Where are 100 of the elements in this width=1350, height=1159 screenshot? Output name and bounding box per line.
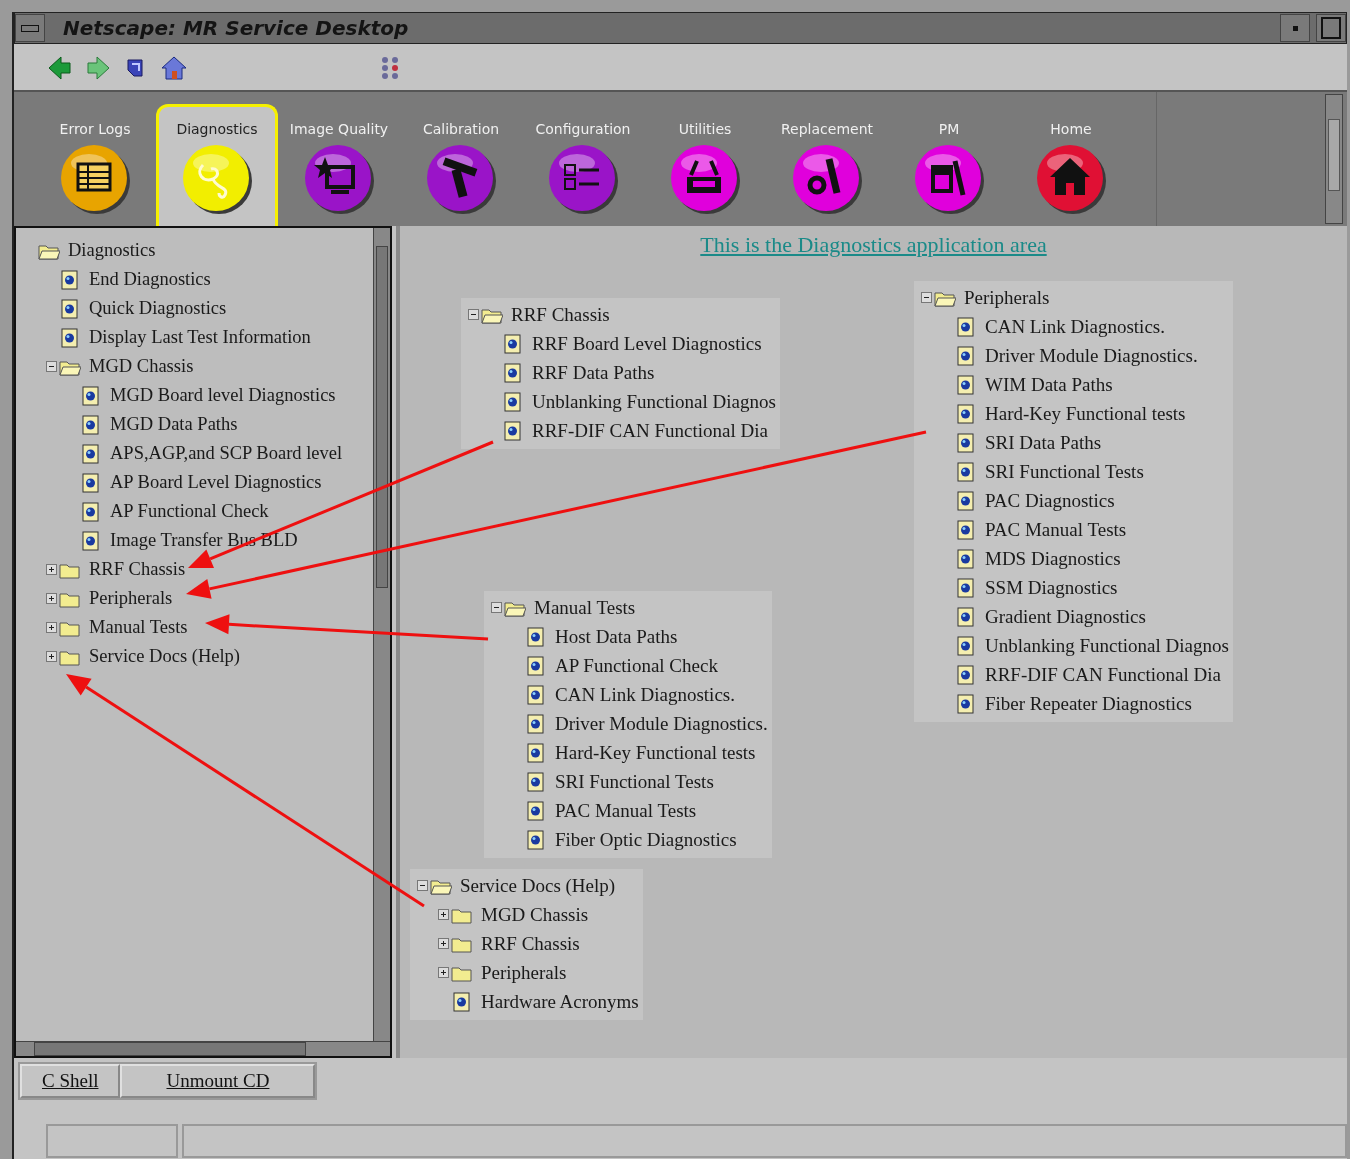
monitor-icon	[303, 143, 375, 215]
tree-item[interactable]: Peripherals	[414, 958, 639, 987]
tree-item[interactable]: Manual Tests	[22, 613, 373, 642]
tree-item[interactable]: PAC Manual Tests	[918, 515, 1229, 544]
page-icon	[955, 693, 977, 714]
tree-item[interactable]: RRF Board Level Diagnostics	[465, 329, 776, 358]
tree-item[interactable]: RRF Chassis	[414, 929, 639, 958]
expand-toggle[interactable]	[45, 593, 57, 604]
tree-item[interactable]: Service Docs (Help)	[22, 642, 373, 671]
expand-toggle[interactable]	[45, 361, 57, 372]
tree-item[interactable]: Host Data Paths	[488, 622, 768, 651]
nav-tab[interactable]: Replacement	[766, 104, 888, 226]
tree-item[interactable]: Service Docs (Help)	[414, 871, 639, 900]
expand-toggle[interactable]	[416, 880, 428, 891]
back-icon[interactable]	[46, 54, 74, 82]
page-icon	[502, 333, 524, 354]
nav-tab[interactable]: Home	[1010, 104, 1132, 226]
page-icon	[955, 374, 977, 395]
nav-tab[interactable]: Calibration	[400, 104, 522, 226]
page-icon	[955, 519, 977, 540]
tree-item[interactable]: AP Board Level Diagnostics	[22, 468, 373, 497]
nav-tab[interactable]: Error Logs	[34, 104, 156, 226]
expand-toggle[interactable]	[920, 292, 932, 303]
maximize-button[interactable]	[1316, 14, 1346, 42]
tree-item[interactable]: MGD Chassis	[414, 900, 639, 929]
minimize-button[interactable]	[1280, 14, 1310, 42]
page-icon	[955, 432, 977, 453]
tree-item[interactable]: Quick Diagnostics	[22, 294, 373, 323]
page-icon	[955, 664, 977, 685]
tree-item[interactable]: RRF Chassis	[22, 555, 373, 584]
page-icon	[59, 327, 81, 348]
tree-item[interactable]: SRI Functional Tests	[918, 457, 1229, 486]
home-icon[interactable]	[160, 54, 188, 82]
tree-item[interactable]: MDS Diagnostics	[918, 544, 1229, 573]
tree-item[interactable]: PAC Manual Tests	[488, 796, 768, 825]
page-icon	[955, 403, 977, 424]
tree-item[interactable]: Fiber Repeater Diagnostics	[918, 689, 1229, 718]
page-icon	[59, 298, 81, 319]
page-icon	[955, 345, 977, 366]
tree-item[interactable]: Hard-Key Functional tests	[918, 399, 1229, 428]
expand-toggle[interactable]	[45, 622, 57, 633]
tree-item[interactable]: Unblanking Functional Diagnos	[465, 387, 776, 416]
tree-item[interactable]: Display Last Test Information	[22, 323, 373, 352]
scrollbar[interactable]	[16, 1041, 390, 1056]
tree-item[interactable]: Peripherals	[22, 584, 373, 613]
expand-toggle[interactable]	[437, 938, 449, 949]
expand-toggle[interactable]	[467, 309, 479, 320]
tree-item[interactable]: End Diagnostics	[22, 265, 373, 294]
page-icon	[525, 626, 547, 647]
command-button[interactable]: C Shell	[20, 1064, 121, 1098]
tree-item[interactable]: Driver Module Diagnostics.	[488, 709, 768, 738]
expand-toggle[interactable]	[490, 602, 502, 613]
page-icon	[80, 385, 102, 406]
tree-item[interactable]: RRF Chassis	[465, 300, 776, 329]
tree-item[interactable]: Peripherals	[918, 283, 1229, 312]
tree-item[interactable]: SSM Diagnostics	[918, 573, 1229, 602]
tree-item[interactable]: MGD Data Paths	[22, 410, 373, 439]
tree-item[interactable]: APS,AGP,and SCP Board level	[22, 439, 373, 468]
page-icon	[525, 800, 547, 821]
page-icon	[525, 829, 547, 850]
tree-item[interactable]: CAN Link Diagnostics.	[918, 312, 1229, 341]
nav-tab[interactable]: Utilities	[644, 104, 766, 226]
tree-item[interactable]: Gradient Diagnostics	[918, 602, 1229, 631]
tree-item[interactable]: Manual Tests	[488, 593, 768, 622]
nav-tab[interactable]: PM	[888, 104, 1010, 226]
tree-item[interactable]: AP Functional Check	[488, 651, 768, 680]
tree-item[interactable]: SRI Functional Tests	[488, 767, 768, 796]
tree-item[interactable]: RRF Data Paths	[465, 358, 776, 387]
page-icon	[525, 742, 547, 763]
tree-item[interactable]: AP Functional Check	[22, 497, 373, 526]
expand-toggle[interactable]	[437, 909, 449, 920]
window-menu-button[interactable]	[15, 14, 45, 42]
tree-item[interactable]: WIM Data Paths	[918, 370, 1229, 399]
page-icon	[80, 443, 102, 464]
page-icon	[955, 635, 977, 656]
tree-item[interactable]: MGD Chassis	[22, 352, 373, 381]
scrollbar[interactable]	[373, 228, 390, 1041]
tree-item[interactable]: Unblanking Functional Diagnos	[918, 631, 1229, 660]
page-icon	[80, 530, 102, 551]
nav-tab[interactable]: Diagnostics	[156, 104, 278, 226]
tree-item[interactable]: MGD Board level Diagnostics	[22, 381, 373, 410]
tree-item[interactable]: RRF-DIF CAN Functional Dia	[465, 416, 776, 445]
nav-tab[interactable]: Image Quality	[278, 104, 400, 226]
tree-item[interactable]: PAC Diagnostics	[918, 486, 1229, 515]
tree-item[interactable]: Diagnostics	[22, 236, 373, 265]
tree-item[interactable]: SRI Data Paths	[918, 428, 1229, 457]
page-icon	[80, 472, 102, 493]
page-icon	[525, 771, 547, 792]
command-button[interactable]: Unmount CD	[120, 1064, 316, 1098]
tree-item[interactable]: Hard-Key Functional tests	[488, 738, 768, 767]
expand-toggle[interactable]	[45, 564, 57, 575]
expand-toggle[interactable]	[45, 651, 57, 662]
tree-item[interactable]: CAN Link Diagnostics.	[488, 680, 768, 709]
expand-toggle[interactable]	[437, 967, 449, 978]
nav-tab[interactable]: Configuration	[522, 104, 644, 226]
tree-item[interactable]: Driver Module Diagnostics.	[918, 341, 1229, 370]
tree-item[interactable]: RRF-DIF CAN Functional Dia	[918, 660, 1229, 689]
tree-item[interactable]: Fiber Optic Diagnostics	[488, 825, 768, 854]
scrollbar[interactable]	[1325, 94, 1343, 224]
tree-item[interactable]: Hardware Acronyms	[414, 987, 639, 1016]
